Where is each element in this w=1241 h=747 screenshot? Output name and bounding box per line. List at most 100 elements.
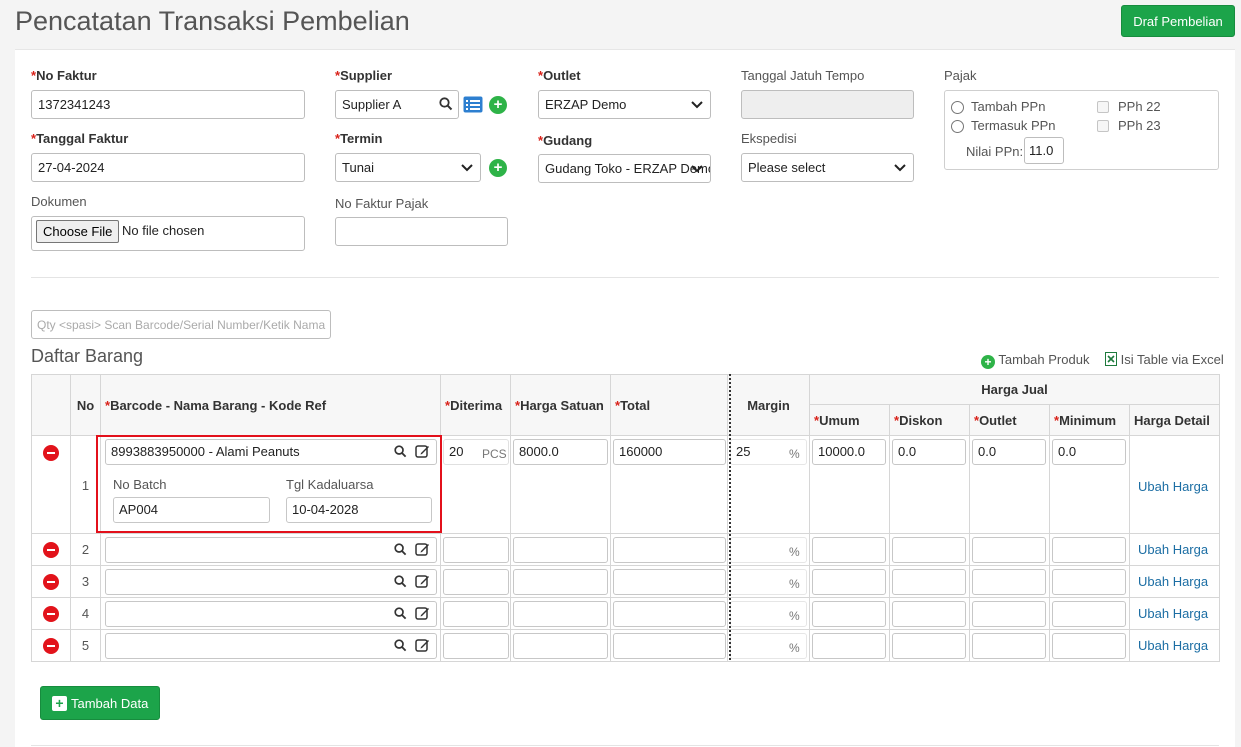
pajak-label: Pajak [944, 68, 977, 83]
search-icon[interactable] [439, 97, 453, 111]
minimum-input[interactable] [1052, 569, 1126, 595]
barcode-input[interactable] [105, 537, 437, 563]
header-harga-detail: Harga Detail [1128, 404, 1221, 436]
ubah-harga-link[interactable]: Ubah Harga [1138, 479, 1208, 494]
termin-select[interactable]: Tunai [335, 153, 481, 182]
tanggal-faktur-input[interactable]: 27-04-2024 [31, 153, 305, 182]
ubah-harga-link[interactable]: Ubah Harga [1138, 574, 1208, 589]
search-icon[interactable] [394, 607, 407, 620]
umum-input[interactable] [812, 633, 886, 659]
total-input[interactable] [613, 569, 726, 595]
remove-row-icon[interactable] [43, 542, 59, 558]
diterima-value: 20 [449, 444, 464, 459]
edit-icon[interactable] [415, 574, 430, 588]
harga-satuan-input[interactable] [513, 601, 608, 627]
harga-satuan-input[interactable] [513, 569, 608, 595]
draf-pembelian-button[interactable]: Draf Pembelian [1121, 5, 1235, 37]
percent-label: % [789, 641, 800, 655]
outlet-input[interactable] [972, 601, 1046, 627]
list-icon[interactable] [463, 96, 483, 113]
no-faktur-input[interactable]: 1372341243 [31, 90, 305, 119]
pph22-checkbox[interactable] [1097, 101, 1109, 113]
search-icon[interactable] [394, 575, 407, 588]
minimum-input[interactable] [1052, 601, 1126, 627]
outlet-input[interactable] [972, 633, 1046, 659]
form-panel: *No Faktur 1372341243 *Tanggal Faktur 27… [15, 49, 1235, 747]
minimum-input[interactable] [1052, 537, 1126, 563]
tambah-produk-link[interactable]: + Tambah Produk [981, 352, 1089, 369]
tanggal-faktur-label: *Tanggal Faktur [31, 131, 129, 146]
no-faktur-pajak-label: No Faktur Pajak [335, 196, 429, 211]
outlet-input[interactable] [972, 537, 1046, 563]
diskon-input[interactable]: 0.0 [892, 439, 966, 465]
ubah-harga-link[interactable]: Ubah Harga [1138, 606, 1208, 621]
diskon-cell: 0.0 [889, 435, 970, 534]
umum-input[interactable]: 10000.0 [812, 439, 886, 465]
diskon-input[interactable] [892, 537, 966, 563]
barcode-input[interactable] [105, 633, 437, 659]
diterima-input[interactable] [443, 537, 509, 563]
no-faktur-pajak-input[interactable] [335, 217, 508, 246]
remove-row-icon[interactable] [43, 445, 59, 461]
diskon-input[interactable] [892, 633, 966, 659]
row-number: 4 [81, 606, 90, 621]
umum-cell: 10000.0 [809, 435, 890, 534]
barcode-input[interactable] [105, 569, 437, 595]
tanggal-jatuh-tempo-label: Tanggal Jatuh Tempo [741, 68, 865, 83]
total-input[interactable]: 160000 [613, 439, 726, 465]
total-cell: 160000 [610, 435, 728, 534]
add-termin-icon[interactable]: + [489, 159, 507, 177]
edit-icon[interactable] [415, 638, 430, 652]
diterima-input[interactable] [443, 633, 509, 659]
outlet-input[interactable] [972, 569, 1046, 595]
search-icon[interactable] [394, 543, 407, 556]
tambah-data-button[interactable]: + Tambah Data [40, 686, 160, 720]
isi-table-excel-link[interactable]: Isi Table via Excel [1105, 352, 1224, 367]
edit-icon[interactable] [415, 606, 430, 620]
margin-value: 25 [736, 444, 751, 459]
pph23-checkbox[interactable] [1097, 120, 1109, 132]
nilai-ppn-input[interactable]: 11.0 [1024, 137, 1064, 164]
diskon-input[interactable] [892, 569, 966, 595]
umum-input[interactable] [812, 537, 886, 563]
search-icon[interactable] [394, 639, 407, 652]
diterima-input[interactable] [443, 601, 509, 627]
harga-satuan-input[interactable] [513, 633, 608, 659]
margin-divider [729, 374, 731, 660]
gudang-select[interactable]: Gudang Toko - ERZAP Demo [538, 154, 711, 183]
total-input[interactable] [613, 601, 726, 627]
choose-file-button[interactable]: Choose File [36, 220, 120, 243]
diskon-input[interactable] [892, 601, 966, 627]
diterima-input[interactable] [443, 569, 509, 595]
ekspedisi-select[interactable]: Please select [741, 153, 914, 182]
umum-input[interactable] [812, 569, 886, 595]
termasuk-ppn-label: Termasuk PPn [971, 118, 1056, 133]
remove-row-icon[interactable] [43, 574, 59, 590]
minimum-input[interactable]: 0.0 [1052, 439, 1126, 465]
row-action-cell [31, 435, 71, 534]
termasuk-ppn-radio[interactable] [951, 120, 964, 133]
total-input[interactable] [613, 633, 726, 659]
barcode-input[interactable] [105, 601, 437, 627]
edit-icon[interactable] [415, 542, 430, 556]
supplier-input[interactable]: Supplier A [335, 90, 459, 119]
supplier-value: Supplier A [342, 97, 402, 112]
total-input[interactable] [613, 537, 726, 563]
umum-input[interactable] [812, 601, 886, 627]
outlet-input[interactable]: 0.0 [972, 439, 1046, 465]
outlet-select[interactable]: ERZAP Demo [538, 90, 711, 119]
minimum-input[interactable] [1052, 633, 1126, 659]
remove-row-icon[interactable] [43, 606, 59, 622]
highlight-box [96, 435, 442, 533]
add-supplier-icon[interactable]: + [489, 96, 507, 114]
ubah-harga-link[interactable]: Ubah Harga [1138, 638, 1208, 653]
plus-icon: + [981, 355, 995, 369]
harga-satuan-input[interactable] [513, 537, 608, 563]
ubah-harga-link[interactable]: Ubah Harga [1138, 542, 1208, 557]
gudang-value: Gudang Toko - ERZAP Demo [545, 161, 711, 176]
remove-row-icon[interactable] [43, 638, 59, 654]
tambah-ppn-radio[interactable] [951, 101, 964, 114]
harga-satuan-input[interactable]: 8000.0 [513, 439, 608, 465]
percent-label: % [789, 545, 800, 559]
scan-barcode-input[interactable]: Qty <spasi> Scan Barcode/Serial Number/K… [31, 310, 331, 339]
